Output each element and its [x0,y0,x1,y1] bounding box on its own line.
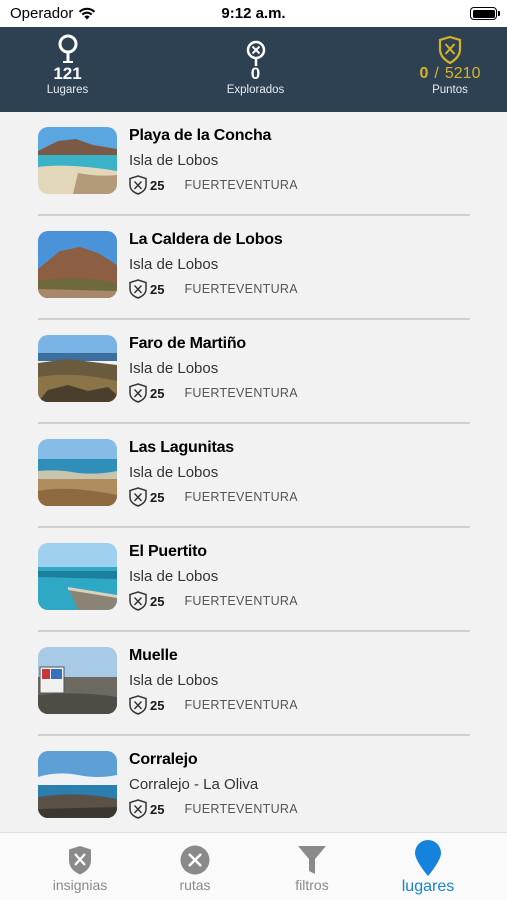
puntos-current: 0 [419,65,429,82]
place-subtitle: Corralejo - La Oliva [129,776,259,793]
place-points: 25 [150,177,165,193]
place-subtitle: Isla de Lobos [129,464,219,481]
routes-icon [180,845,210,875]
points-shield-icon [129,383,147,403]
place-points: 25 [150,801,165,817]
place-subtitle: Isla de Lobos [129,672,219,689]
points-shield-icon [129,591,147,611]
points-shield-icon [129,487,147,507]
place-thumbnail [38,543,117,610]
stats-header: 121 Lugares 0 Explorados 0 / 5210 Puntos [0,27,507,112]
stat-puntos[interactable]: 0 / 5210 Puntos [400,27,500,112]
place-meta: 25 FUERTEVENTURA [129,279,298,299]
points-shield-icon [129,279,147,299]
place-item[interactable]: Faro de Martiño Isla de Lobos 25 FUERTEV… [37,320,470,424]
battery-icon [470,7,500,20]
place-title: Corralejo [129,751,198,768]
stat-lugares[interactable]: 121 Lugares [20,27,115,112]
place-points: 25 [150,281,165,297]
place-island: FUERTEVENTURA [184,698,298,712]
place-item[interactable]: Muelle Isla de Lobos 25 FUERTEVENTURA [37,632,470,736]
place-item[interactable]: Corralejo Corralejo - La Oliva 25 FUERTE… [37,736,470,832]
place-meta: 25 FUERTEVENTURA [129,695,298,715]
place-island: FUERTEVENTURA [184,282,298,296]
map-pin-icon [415,840,441,876]
tab-bar: insignias rutas filtros lugares [0,832,507,900]
points-shield-icon [129,695,147,715]
shield-badge-icon [438,35,462,65]
place-points: 25 [150,697,165,713]
points-shield-icon [129,175,147,195]
place-item[interactable]: Las Lagunitas Isla de Lobos 25 FUERTEVEN… [37,424,470,528]
lugares-count: 121 [53,64,82,83]
tab-label: filtros [295,877,329,893]
tab-label: insignias [52,877,108,893]
place-thumbnail [38,335,117,402]
place-title: Playa de la Concha [129,127,272,144]
place-thumbnail [38,231,117,298]
place-item[interactable]: El Puertito Isla de Lobos 25 FUERTEVENTU… [37,528,470,632]
badge-icon [69,846,91,875]
place-points: 25 [150,385,165,401]
place-meta: 25 FUERTEVENTURA [129,175,298,195]
place-meta: 25 FUERTEVENTURA [129,487,298,507]
place-subtitle: Isla de Lobos [129,568,219,585]
tab-rutas[interactable]: rutas [145,843,245,893]
place-island: FUERTEVENTURA [184,386,298,400]
place-thumbnail [38,439,117,506]
places-list[interactable]: Playa de la Concha Isla de Lobos 25 FUER… [0,112,507,832]
clock: 9:12 a.m. [221,5,286,22]
tab-label: lugares [401,878,455,895]
tab-filtros[interactable]: filtros [262,843,362,893]
place-island: FUERTEVENTURA [184,178,298,192]
place-title: Las Lagunitas [129,439,234,456]
place-island: FUERTEVENTURA [184,802,298,816]
place-item[interactable]: Playa de la Concha Isla de Lobos 25 FUER… [37,112,470,216]
place-meta: 25 FUERTEVENTURA [129,591,298,611]
place-title: La Caldera de Lobos [129,231,283,248]
place-island: FUERTEVENTURA [184,594,298,608]
place-title: El Puertito [129,543,207,560]
lugares-label: Lugares [46,84,89,96]
tab-insignias[interactable]: insignias [30,843,130,893]
place-thumbnail [38,751,117,818]
place-title: Muelle [129,647,178,664]
place-subtitle: Isla de Lobos [129,152,219,169]
place-points: 25 [150,593,165,609]
status-bar: Operador 9:12 a.m. [0,0,507,27]
place-meta: 25 FUERTEVENTURA [129,383,298,403]
tab-label: rutas [179,877,211,893]
explorados-label: Explorados [226,84,285,96]
place-thumbnail [38,647,117,714]
stat-explorados[interactable]: 0 Explorados [208,27,303,112]
puntos-label: Puntos [432,84,468,96]
place-points: 25 [150,489,165,505]
puntos-separator: / [434,65,439,82]
map-pin-outline-icon [58,34,77,63]
place-meta: 25 FUERTEVENTURA [129,799,298,819]
place-subtitle: Isla de Lobos [129,256,219,273]
filter-icon [298,846,326,874]
place-subtitle: Isla de Lobos [129,360,219,377]
place-island: FUERTEVENTURA [184,490,298,504]
puntos-score: 0 / 5210 [400,65,500,83]
puntos-total: 5210 [444,65,481,82]
place-thumbnail [38,127,117,194]
place-title: Faro de Martiño [129,335,247,352]
tab-lugares[interactable]: lugares [378,839,478,897]
points-shield-icon [129,799,147,819]
place-item[interactable]: La Caldera de Lobos Isla de Lobos 25 FUE… [37,216,470,320]
explorados-count: 0 [250,64,261,83]
